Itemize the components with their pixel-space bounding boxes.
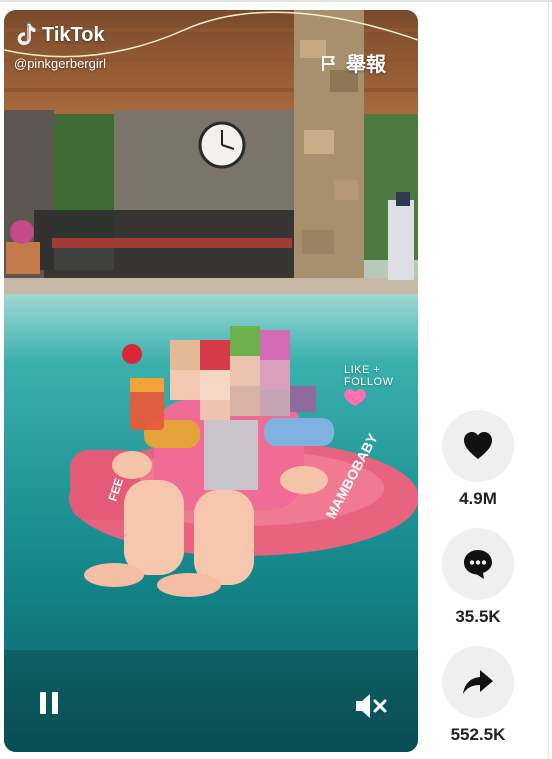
tiktok-logo-icon	[17, 22, 36, 45]
heart-icon	[464, 432, 492, 459]
share-action: 552.5K	[438, 646, 518, 745]
mute-button[interactable]	[352, 691, 388, 721]
page-top-divider	[0, 0, 552, 2]
comment-icon	[464, 550, 492, 579]
brand-name: TikTok	[42, 23, 105, 46]
comment-button[interactable]	[442, 528, 514, 600]
report-label: 舉報	[346, 54, 386, 76]
muted-speaker-icon	[356, 694, 387, 718]
author-handle[interactable]: @pinkgerbergirl	[14, 56, 106, 71]
share-count: 552.5K	[450, 725, 506, 744]
like-button[interactable]	[442, 410, 514, 482]
comment-action: 35.5K	[438, 528, 518, 627]
share-arrow-icon	[463, 670, 493, 694]
flag-icon	[322, 55, 335, 71]
comment-count: 35.5K	[455, 607, 501, 626]
pause-icon	[37, 691, 61, 719]
video-player[interactable]: MAMBOBABY FEE TikTok @pinkgerbergirl 舉報 …	[4, 10, 418, 752]
pause-button[interactable]	[34, 690, 64, 720]
share-button[interactable]	[442, 646, 514, 718]
report-button[interactable]: 舉報	[320, 48, 386, 77]
tiktok-brand: TikTok	[14, 22, 105, 48]
like-follow-sticker: LIKE + FOLLOW	[344, 364, 394, 388]
like-count: 4.9M	[459, 489, 497, 508]
like-action: 4.9M	[438, 410, 518, 509]
page-right-divider	[548, 0, 549, 759]
